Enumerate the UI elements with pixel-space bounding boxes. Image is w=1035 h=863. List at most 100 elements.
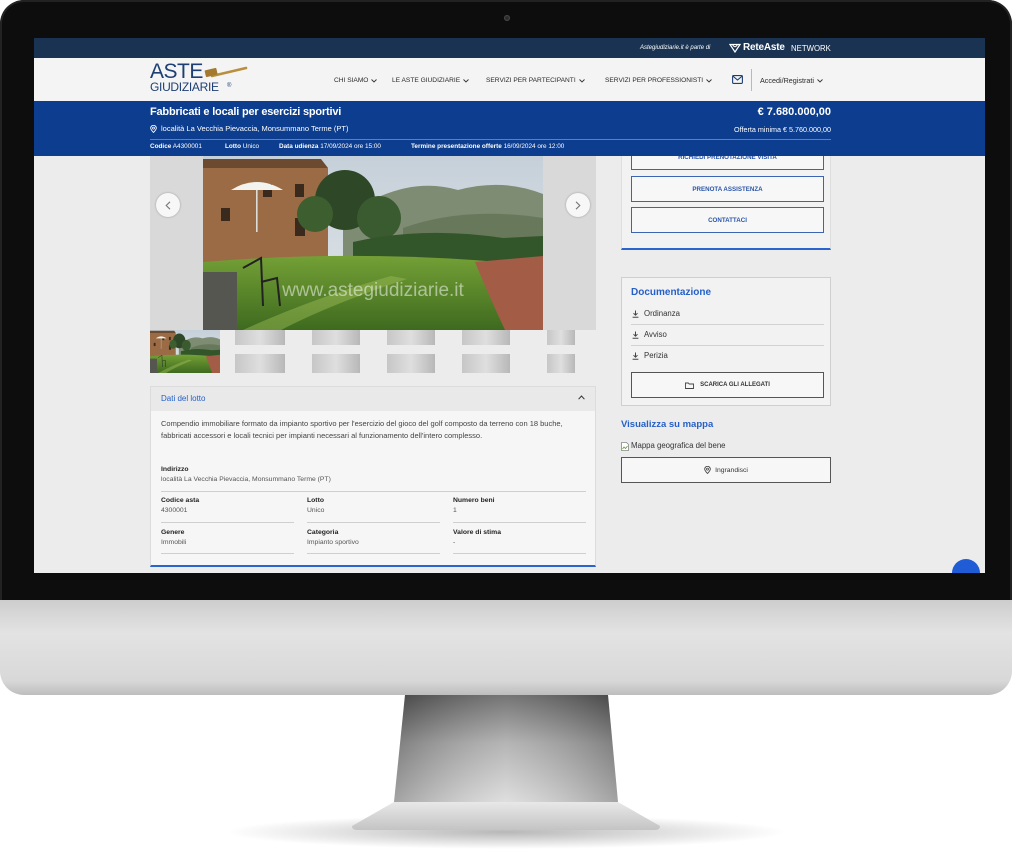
field-value-valore-stima: -	[453, 539, 456, 546]
gallery-next-button[interactable]	[566, 193, 590, 217]
field-value-numero-beni: 1	[453, 507, 457, 514]
nav-le-aste-giudiziarie[interactable]: LE ASTE GIUDIZIARIE	[392, 76, 469, 85]
photo-watermark: www.astegiudiziarie.it	[281, 280, 464, 301]
minimum-offer-label: Offerta minima	[734, 125, 782, 134]
map-image: Mappa geografica del bene	[621, 441, 726, 451]
chevron-down-icon	[463, 78, 469, 83]
map-image-alt-text: Mappa geografica del bene	[631, 441, 726, 450]
contact-button[interactable]: CONTATTACI	[631, 207, 824, 233]
nav-servizi-professionisti[interactable]: SERVIZI PER PROFESSIONISTI	[605, 76, 712, 85]
listing-title: Fabbricati e locali per esercizi sportiv…	[150, 106, 342, 118]
download-icon	[632, 331, 639, 339]
nav-label: SERVIZI PER PROFESSIONISTI	[605, 77, 704, 84]
field-divider	[307, 553, 440, 554]
field-label-valore-stima: Valore di stima	[453, 529, 501, 536]
mail-icon[interactable]	[732, 75, 743, 84]
enlarge-map-button[interactable]: Ingrandisci	[621, 457, 831, 483]
gallery-thumbnail-active[interactable]	[150, 330, 220, 373]
map-heading: Visualizza su mappa	[621, 419, 714, 430]
document-divider	[631, 345, 824, 346]
meta-lotto: Lotto Unico	[225, 142, 259, 151]
listing-photo[interactable]: www.astegiudiziarie.it	[203, 156, 543, 330]
thumbnail-image	[312, 354, 360, 373]
reteaste-logo-icon[interactable]	[729, 43, 741, 53]
chat-button[interactable]	[952, 559, 980, 573]
book-assistance-button[interactable]: PRENOTA ASSISTENZA	[631, 176, 824, 202]
location-pin-icon	[150, 125, 157, 133]
field-label-lotto: Lotto	[307, 497, 324, 504]
band-divider	[150, 139, 831, 140]
site-header: ASTE GIUDIZIARIE ® CHI SIAMO LE ASTE GIU…	[34, 58, 985, 101]
field-label-numero-beni: Numero beni	[453, 497, 495, 504]
field-label-categoria: Categoria	[307, 529, 339, 536]
meta-value: 17/09/2024 ore 15:00	[320, 143, 381, 150]
document-label: Ordinanza	[644, 309, 680, 318]
minimum-offer: Offerta minima € 5.760.000,00	[734, 125, 831, 135]
browser-screen: Astegiudiziarie.it è parte di ReteAste N…	[34, 38, 985, 573]
meta-label: Codice	[150, 143, 172, 150]
document-link-ordinanza[interactable]: Ordinanza	[632, 309, 680, 319]
chevron-up-icon[interactable]	[578, 395, 585, 400]
download-all-label: SCARICA GLI ALLEGATI	[700, 382, 770, 388]
thumbnail-image	[387, 330, 435, 345]
documentation-heading: Documentazione	[631, 287, 712, 298]
nav-chi-siamo[interactable]: CHI SIAMO	[334, 76, 378, 85]
logo-giudiziarie[interactable]: GIUDIZIARIE	[150, 81, 219, 94]
thumbnail-image	[387, 354, 435, 373]
download-all-button[interactable]: SCARICA GLI ALLEGATI	[631, 372, 824, 398]
field-divider	[161, 491, 586, 492]
meta-codice: Codice A4300001	[150, 142, 202, 151]
enlarge-map-label: Ingrandisci	[715, 466, 748, 474]
network-brand[interactable]: ReteAste	[743, 42, 785, 54]
header-divider	[751, 69, 752, 91]
logo-registered-mark: ®	[227, 83, 232, 89]
field-divider	[307, 522, 440, 523]
download-icon	[632, 310, 639, 318]
nav-servizi-partecipanti[interactable]: SERVIZI PER PARTECIPANTI	[486, 76, 585, 85]
meta-value: 16/09/2024 ore 12:00	[503, 143, 565, 150]
document-link-avviso[interactable]: Avviso	[632, 330, 667, 340]
gavel-icon	[204, 66, 248, 78]
lot-details-card: Dati del lotto Compendio immobiliare for…	[150, 386, 596, 567]
listing-location: località La Vecchia Pievaccia, Monsumman…	[150, 124, 348, 134]
document-link-perizia[interactable]: Perizia	[632, 351, 668, 361]
folder-icon	[685, 382, 695, 389]
nav-label: CHI SIAMO	[334, 77, 369, 84]
thumbnail-image	[547, 330, 575, 345]
login-menu[interactable]: Accedi/Registrati	[760, 76, 823, 85]
network-tagline: Astegiudiziarie.it è parte di	[640, 45, 711, 51]
thumbnail-image	[462, 330, 510, 345]
field-value-codice-asta: 4300001	[161, 507, 188, 514]
lot-details-header[interactable]: Dati del lotto	[151, 387, 595, 411]
gallery-thumbnail[interactable]	[312, 330, 360, 373]
field-divider	[161, 522, 294, 523]
location-text: località La Vecchia Pievaccia, Monsumman…	[161, 124, 349, 133]
minimum-offer-value: € 5.760.000,00	[783, 125, 831, 134]
gallery-thumbnail[interactable]	[462, 330, 510, 373]
meta-data-udienza: Data udienza 17/09/2024 ore 15:00	[279, 142, 381, 151]
broken-image-icon	[621, 441, 629, 451]
photo-gallery: www.astegiudiziarie.it	[150, 156, 596, 330]
thumbnail-image	[235, 354, 285, 373]
gallery-prev-button[interactable]	[156, 193, 180, 217]
field-divider	[453, 553, 586, 554]
gallery-thumbnail[interactable]	[547, 330, 575, 373]
document-divider	[631, 324, 824, 325]
thumbnail-image	[312, 330, 360, 345]
field-divider	[453, 522, 586, 523]
login-label: Accedi/Registrati	[760, 76, 814, 85]
meta-label: Termine presentazione offerte	[411, 143, 502, 150]
meta-termine-offerte: Termine presentazione offerte 16/09/2024…	[411, 142, 564, 151]
documentation-card: Documentazione Ordinanza Avviso Perizia …	[621, 277, 831, 406]
meta-value: A4300001	[172, 143, 202, 150]
thumbnail-image	[462, 354, 510, 373]
gallery-thumbnail[interactable]	[235, 330, 285, 373]
logo-aste[interactable]: ASTE	[150, 61, 203, 82]
listing-header-band: Fabbricati e locali per esercizi sportiv…	[34, 101, 985, 156]
address-value: località La Vecchia Pievaccia, Monsumman…	[161, 476, 331, 483]
gallery-thumbnail[interactable]	[387, 330, 435, 373]
camera-icon	[504, 15, 510, 21]
thumbnail-image	[235, 330, 285, 345]
document-label: Perizia	[644, 351, 668, 360]
field-divider	[161, 553, 294, 554]
